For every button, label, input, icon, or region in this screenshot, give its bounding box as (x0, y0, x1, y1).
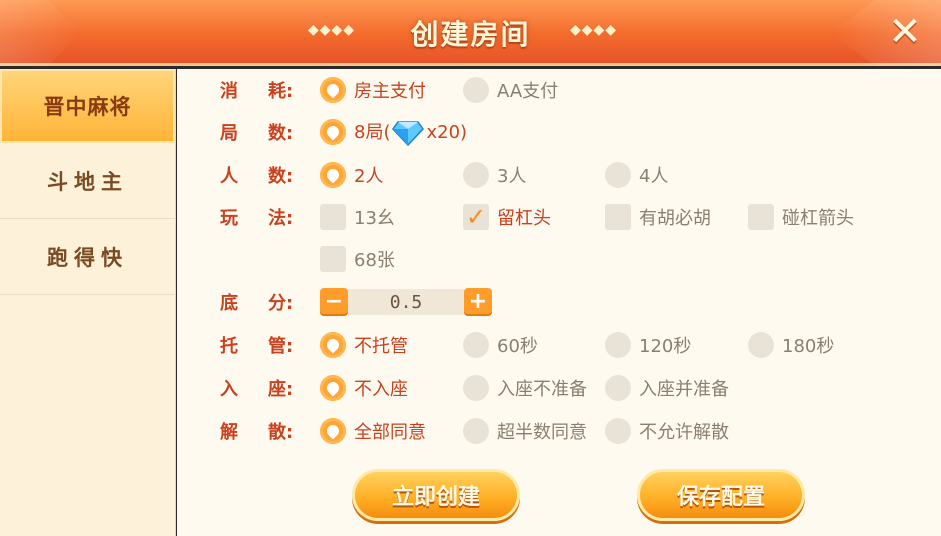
radio-icon (605, 418, 631, 444)
radio-icon (748, 332, 774, 358)
close-button[interactable]: ✕ (883, 10, 927, 54)
radio-icon (463, 375, 489, 401)
players-option-3[interactable]: 3人 (463, 160, 526, 190)
create-room-button[interactable]: 立即创建 (352, 469, 520, 521)
radio-selected-icon (320, 332, 346, 358)
players-option-2[interactable]: 2人 (320, 160, 383, 190)
rule-option-68zhang[interactable]: 68张 (320, 244, 395, 274)
trustee-option-60[interactable]: 60秒 (463, 330, 538, 360)
radio-icon (463, 162, 489, 188)
dismiss-option-majority[interactable]: 超半数同意 (463, 416, 587, 446)
minus-button[interactable]: − (320, 288, 348, 316)
rules-label: 玩法: (220, 208, 294, 229)
dismiss-option-all[interactable]: 全部同意 (320, 416, 426, 446)
rule-option-liugangtou[interactable]: ✓ 留杠头 (463, 202, 551, 232)
checkbox-checked-icon: ✓ (463, 203, 489, 231)
sidebar-item-paodekuai[interactable]: 跑得快 (0, 219, 175, 295)
game-sidebar: 晋中麻将 斗地主 跑得快 (0, 69, 176, 536)
sidebar-item-doudizhu[interactable]: 斗地主 (0, 143, 175, 219)
checkbox-icon (605, 204, 631, 230)
dialog-header: ◆◆◆◆ 创建房间 ◆◆◆◆ ✕ (0, 0, 941, 66)
dismiss-label: 解散: (220, 422, 294, 443)
trustee-label: 托管: (220, 336, 294, 357)
base-score-value: 0.5 (348, 289, 464, 315)
dismiss-option-disallow[interactable]: 不允许解散 (605, 416, 729, 446)
radio-icon (463, 77, 489, 103)
save-config-button[interactable]: 保存配置 (637, 469, 805, 521)
consume-option-owner[interactable]: 房主支付 (320, 75, 426, 105)
trustee-option-120[interactable]: 120秒 (605, 330, 691, 360)
trustee-option-180[interactable]: 180秒 (748, 330, 834, 360)
base-score-label: 底分: (220, 293, 294, 314)
dialog-title: 创建房间 (410, 18, 531, 51)
trustee-option-none[interactable]: 不托管 (320, 330, 408, 360)
rule-option-13yao[interactable]: 13幺 (320, 202, 395, 232)
radio-selected-icon (320, 162, 346, 188)
rounds-option-8[interactable]: 8局( x20) (320, 117, 467, 147)
radio-icon (463, 332, 489, 358)
sidebar-item-jinzhong-mahjong[interactable]: 晋中麻将 (0, 69, 175, 143)
radio-selected-icon (320, 418, 346, 444)
rounds-label: 局数: (220, 123, 294, 144)
title-decoration-right: ◆◆◆◆ (570, 22, 618, 38)
consume-option-aa[interactable]: AA支付 (463, 75, 558, 105)
create-room-dialog: ◆◆◆◆ 创建房间 ◆◆◆◆ ✕ 晋中麻将 斗地主 跑得快 消耗: 房主支付 A… (0, 0, 941, 536)
seat-option-not-ready[interactable]: 入座不准备 (463, 373, 587, 403)
settings-panel: 消耗: 房主支付 AA支付 局数: 8局( x20) 人 数: 2人 3人 4人… (177, 69, 941, 536)
plus-button[interactable]: + (464, 288, 492, 316)
radio-icon (463, 418, 489, 444)
checkbox-icon (748, 204, 774, 230)
seat-option-none[interactable]: 不入座 (320, 373, 408, 403)
checkbox-icon (320, 246, 346, 272)
radio-icon (605, 162, 631, 188)
seat-option-ready[interactable]: 入座并准备 (605, 373, 729, 403)
seat-label: 入座: (220, 379, 294, 400)
base-score-stepper: − 0.5 + (320, 287, 492, 317)
radio-icon (605, 375, 631, 401)
players-label: 人数: (220, 166, 294, 187)
radio-selected-icon (320, 375, 346, 401)
consume-label: 消耗: (220, 81, 294, 102)
players-option-4[interactable]: 4人 (605, 160, 668, 190)
radio-icon (605, 332, 631, 358)
rule-option-youhubihu[interactable]: 有胡必胡 (605, 202, 711, 232)
diamond-icon (392, 121, 425, 146)
sidebar-item-label: 斗地主 (47, 169, 128, 194)
radio-selected-icon (320, 119, 346, 145)
radio-selected-icon (320, 77, 346, 103)
close-icon: ✕ (888, 9, 922, 55)
sidebar-item-label: 晋中麻将 (43, 95, 132, 119)
sidebar-item-label: 跑得快 (47, 245, 128, 270)
checkbox-icon (320, 204, 346, 230)
rule-option-penggangjiantou[interactable]: 碰杠箭头 (748, 202, 854, 232)
